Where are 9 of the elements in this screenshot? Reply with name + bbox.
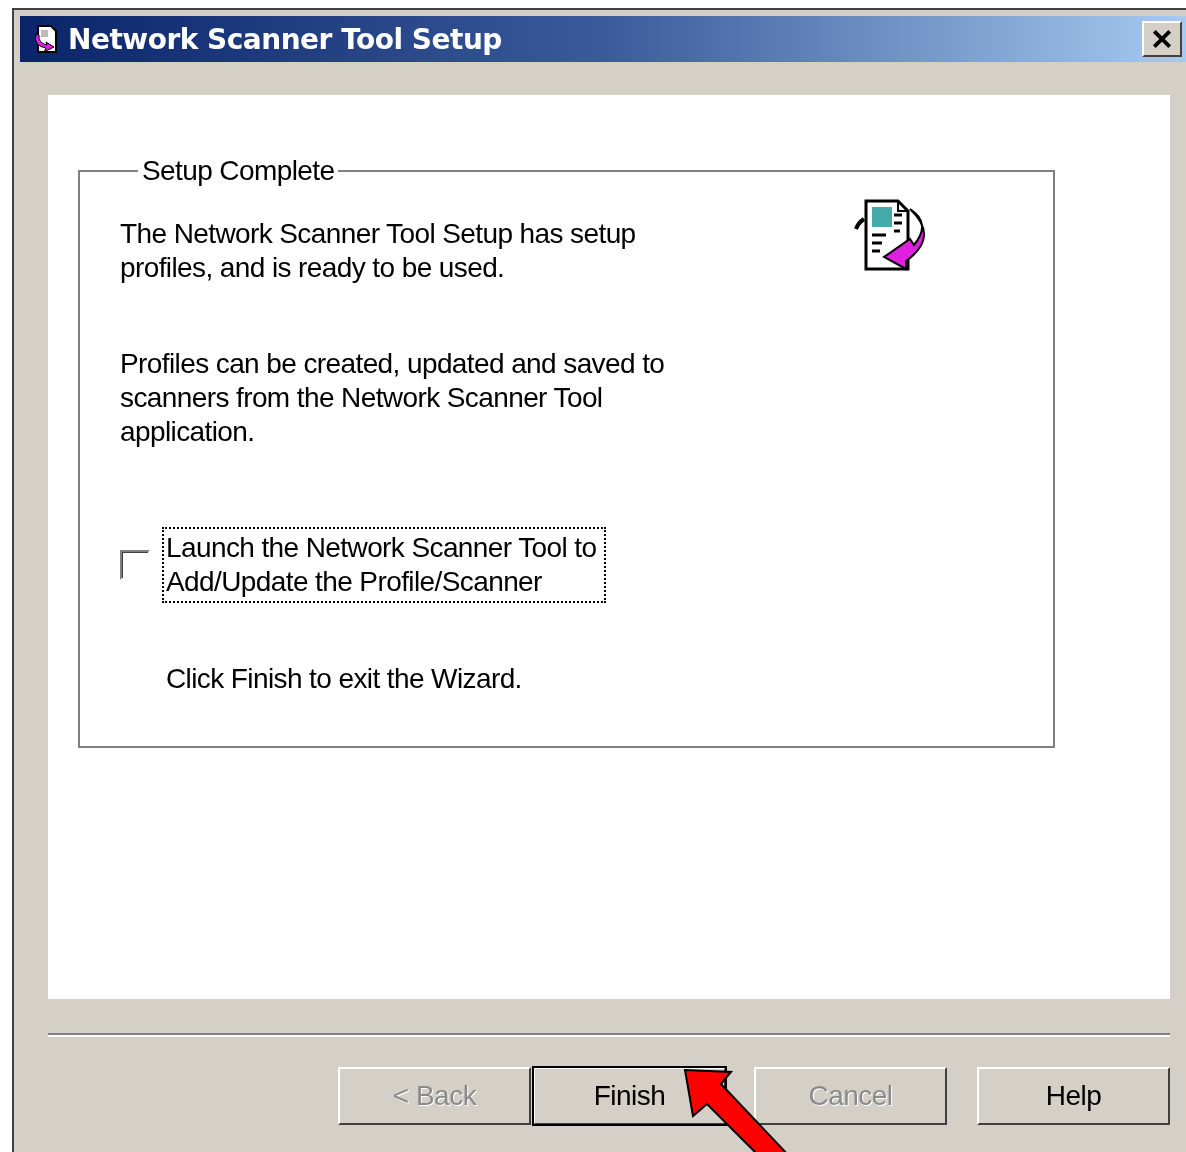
group-title: Setup Complete: [141, 155, 336, 187]
description-text: Profiles can be created, updated and saved to scanners from the Network Scanner Tool application.: [120, 347, 665, 449]
dialog-button[interactable]: Help: [977, 1067, 1170, 1125]
finish-hint: Click Finish to exit the Wizard.: [166, 663, 523, 695]
close-button[interactable]: [1142, 21, 1182, 57]
close-icon: [1151, 28, 1173, 50]
window-title: Network Scanner Tool Setup: [68, 22, 502, 56]
checkbox-label[interactable]: Launch the Network Scanner Tool to Add/Update the Profile/Scanner: [162, 527, 607, 603]
description-text: The Network Scanner Tool Setup has setup profiles, and is ready to be used.: [120, 217, 637, 285]
